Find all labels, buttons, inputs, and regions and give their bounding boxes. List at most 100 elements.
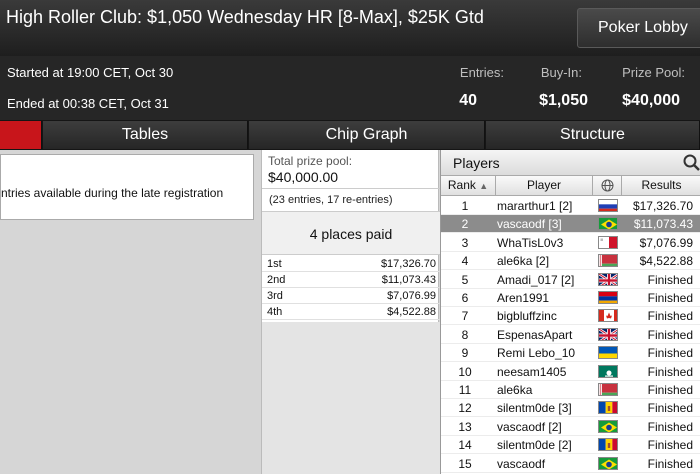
player-name: ale6ka [2] <box>497 254 550 269</box>
player-result: Finished <box>647 309 693 324</box>
title-bar: High Roller Club: $1,050 Wednesday HR [8… <box>0 0 700 56</box>
player-result: Finished <box>647 327 693 342</box>
player-rank: 8 <box>461 327 469 342</box>
tab-structure[interactable]: Structure <box>486 121 700 149</box>
player-result: Finished <box>647 419 693 434</box>
payout-row: 3rd $7,076.99 <box>262 288 440 304</box>
prize-pool-label: Total prize pool: <box>268 154 353 168</box>
places-paid: 4 places paid <box>262 211 440 255</box>
message-text: ntries available during the late registr… <box>1 186 224 200</box>
player-rank: 13 <box>458 419 472 434</box>
payout-amount: $7,076.99 <box>387 290 436 302</box>
player-rank: 7 <box>461 309 469 324</box>
player-rank: 12 <box>458 401 472 416</box>
player-column-header[interactable]: Player <box>496 176 593 196</box>
player-result: $17,326.70 <box>632 199 693 213</box>
player-result: Finished <box>647 346 693 361</box>
player-name: mararthur1 [2] <box>497 199 573 213</box>
payout-place: 2nd <box>267 274 286 286</box>
armenia-flag <box>598 291 618 304</box>
player-row[interactable]: 2 vascaodf [3] $11,073.43 <box>441 215 700 234</box>
payout-place: 1st <box>267 258 282 270</box>
player-row[interactable]: 12 silentm0de [3] Finished <box>441 399 700 418</box>
rank-header-label: Rank <box>447 178 476 192</box>
player-rank: 2 <box>461 217 469 232</box>
player-rank: 6 <box>461 291 469 305</box>
content-area: ntries available during the late registr… <box>0 150 700 474</box>
payout-row: 1st $17,326.70 <box>262 256 440 272</box>
player-rank: 11 <box>458 383 472 397</box>
entries-value: 40 <box>459 92 477 109</box>
player-row[interactable]: 7 bigbluffzinc Finished <box>441 307 700 326</box>
player-name: silentm0de [2] <box>497 438 572 453</box>
payout-row: 2nd $11,073.43 <box>262 272 440 288</box>
player-row[interactable]: 6 Aren1991 Finished <box>441 289 700 307</box>
prize-pool-amount: $40,000.00 <box>268 169 339 185</box>
brazil-flag <box>598 217 618 231</box>
payout-amount: $17,326.70 <box>380 258 436 270</box>
globe-icon <box>601 179 614 192</box>
payout-place: 4th <box>267 306 283 318</box>
prize-panel-filler <box>262 322 440 474</box>
player-name: neesam1405 <box>497 364 567 379</box>
russia-flag <box>598 199 618 212</box>
player-result: Finished <box>647 438 693 453</box>
rank-column-header[interactable]: Rank ▲ <box>441 176 496 196</box>
brazil-flag <box>598 456 618 470</box>
belarus-flag <box>598 254 618 268</box>
player-row[interactable]: 15 vascaodf Finished <box>441 455 700 473</box>
player-row[interactable]: 3 WhaTisL0v3 $7,076.99 <box>441 234 700 252</box>
player-row[interactable]: 1 mararthur1 [2] $17,326.70 <box>441 197 700 215</box>
player-name: ale6ka <box>497 383 533 397</box>
payout-place: 3rd <box>267 290 283 302</box>
player-row[interactable]: 8 EspenasApart Finished <box>441 326 700 344</box>
moldova-flag <box>598 438 618 452</box>
player-row[interactable]: 9 Remi Lebo_10 Finished <box>441 344 700 363</box>
tab-bar: Tables Chip Graph Structure <box>0 120 700 150</box>
player-result: Finished <box>647 364 693 379</box>
malta-flag <box>598 235 618 249</box>
buyin-label: Buy-In: <box>540 65 582 80</box>
player-rank: 4 <box>461 254 469 269</box>
players-header: Players <box>441 150 700 176</box>
payout-amount: $4,522.88 <box>387 306 436 318</box>
player-result: $7,076.99 <box>639 235 693 250</box>
player-rank: 14 <box>458 438 472 453</box>
player-name: Amadi_017 [2] <box>497 272 575 287</box>
poker-lobby-button[interactable]: Poker Lobby <box>577 8 700 48</box>
player-name: vascaodf [2] <box>497 419 562 434</box>
player-rank: 5 <box>461 272 469 287</box>
buyin-value: $1,050 <box>539 92 588 109</box>
sort-up-icon: ▲ <box>479 181 489 191</box>
player-row[interactable]: 4 ale6ka [2] $4,522.88 <box>441 252 700 271</box>
payout-row: 4th $4,522.88 <box>262 304 440 320</box>
player-rank: 9 <box>461 346 469 361</box>
player-row[interactable]: 11 ale6ka Finished <box>441 381 700 399</box>
player-row[interactable]: 10 neesam1405 Finished <box>441 363 700 381</box>
player-row[interactable]: 5 Amadi_017 [2] Finished <box>441 271 700 289</box>
player-rank: 15 <box>458 456 472 471</box>
ukraine-flag <box>598 346 618 360</box>
players-panel: Players Rank ▲ Player Results 1 mararthur… <box>440 150 700 474</box>
window-title: High Roller Club: $1,050 Wednesday HR [8… <box>6 7 484 27</box>
player-result: Finished <box>647 272 693 287</box>
results-column-header[interactable]: Results <box>622 176 700 196</box>
payout-amount: $11,073.43 <box>381 274 436 286</box>
tournament-info-bar: Started at 19:00 CET, Oct 30 Ended at 00… <box>0 56 700 120</box>
tab-tables[interactable]: Tables <box>43 121 248 149</box>
player-row[interactable]: 14 silentm0de [2] Finished <box>441 436 700 455</box>
canada-flag <box>598 309 618 323</box>
brazil-flag <box>598 419 618 433</box>
entries-label: Entries: <box>459 65 504 80</box>
player-result: $11,073.43 <box>633 217 693 232</box>
player-result: Finished <box>647 383 693 397</box>
player-rank: 10 <box>458 364 472 379</box>
search-icon[interactable] <box>682 153 700 172</box>
tab-chip-graph[interactable]: Chip Graph <box>249 121 485 149</box>
belarus-flag <box>598 383 618 396</box>
macau-flag <box>598 364 618 378</box>
player-row[interactable]: 13 vascaodf [2] Finished <box>441 418 700 436</box>
tab-info[interactable] <box>0 121 42 149</box>
player-name: vascaodf <box>497 456 546 471</box>
player-name: silentm0de [3] <box>497 401 572 416</box>
